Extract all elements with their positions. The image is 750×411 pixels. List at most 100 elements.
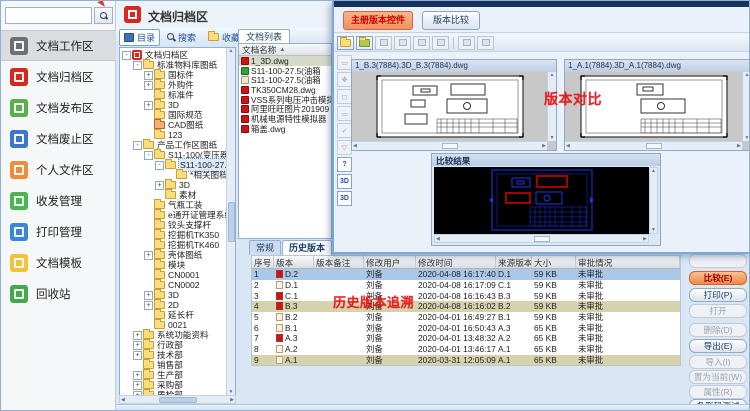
document-list-header[interactable]: 文档名称 ▲ xyxy=(239,44,331,56)
catalog-button[interactable]: 目录 xyxy=(119,29,160,46)
tree-node[interactable]: +3D xyxy=(120,290,235,300)
document-list-item[interactable]: 箱盖.dwg xyxy=(239,124,331,134)
tree-node[interactable]: +*相关图档 xyxy=(120,170,235,180)
preview-right-vscroll[interactable]: ▲▼ xyxy=(742,72,750,141)
table-row[interactable]: 9A.1刘备2020-03-31 12:05:09A.165 KB未审批 xyxy=(252,355,680,366)
preview-left-vscroll[interactable]: ▲▼ xyxy=(547,72,556,141)
preview-right-hscroll[interactable]: ◀▶ xyxy=(565,141,742,150)
sidebar-item-abolish[interactable]: 文档废止区 xyxy=(1,123,116,154)
sidebar-item-recycle[interactable]: 回收站 xyxy=(1,278,116,309)
modify-user: 刘备 xyxy=(364,322,416,333)
modify-time: 2020-03-31 12:05:09 xyxy=(416,355,496,366)
tree-node[interactable]: +标准件 xyxy=(120,90,235,100)
sidebar-item-workspace[interactable]: 文档工作区 xyxy=(1,30,116,61)
compare-result-hscroll[interactable]: ◀▶ xyxy=(434,234,649,243)
table-row[interactable]: 4B.3刘备2020-04-08 16:16:02B.259 KB未审批 xyxy=(252,301,680,312)
collapse-icon[interactable]: - xyxy=(133,61,142,70)
column-header[interactable]: 来源版本 xyxy=(496,256,532,268)
collapse-icon[interactable]: - xyxy=(155,161,164,170)
column-header[interactable]: 大小 xyxy=(532,256,576,268)
sidebar-item-publish[interactable]: 文档发布区 xyxy=(1,92,116,123)
tree-node[interactable]: +CN0001 xyxy=(120,270,235,280)
table-row[interactable]: 3C.1刘备2020-04-08 16:16:43B.359 KB未审批 xyxy=(252,290,680,301)
collapse-icon[interactable]: - xyxy=(122,51,131,60)
table-row[interactable]: 2D.1刘备2020-04-08 16:17:09C.159 KB未审批 xyxy=(252,280,680,291)
column-header[interactable]: 修改用户 xyxy=(364,256,416,268)
expand-icon[interactable]: + xyxy=(133,341,142,350)
tree-node[interactable]: +CAD图纸 xyxy=(120,120,235,130)
tree-node[interactable]: +模块 xyxy=(120,260,235,270)
row-no: 2 xyxy=(252,280,274,291)
toolbar-button-label: 目录 xyxy=(137,31,155,44)
expand-icon[interactable]: + xyxy=(144,301,153,310)
table-row[interactable]: 6B.1刘备2020-04-01 16:50:43A.365 KB未审批 xyxy=(252,322,680,333)
expand-icon[interactable]: + xyxy=(144,291,153,300)
file-red-icon xyxy=(241,125,249,133)
column-header[interactable]: 审批情况 xyxy=(576,256,680,268)
sidebar-item-personal[interactable]: 个人文件区 xyxy=(1,154,116,185)
table-row[interactable]: 7A.3刘备2020-04-01 13:48:32A.265 KB未审批 xyxy=(252,333,680,344)
archive-title-icon xyxy=(124,6,141,23)
folder-tree-panel: -文档归档区-标准物料库图纸+国标件+外购件+标准件+3D+国际规范+CAD图纸… xyxy=(119,47,236,396)
version-gray-icon xyxy=(276,313,283,321)
view-3d-icon[interactable]: 3D xyxy=(337,174,352,189)
search-icon xyxy=(167,33,175,41)
overlay-button-row: 主册版本控件 版本比较 xyxy=(334,7,750,33)
expand-icon[interactable]: + xyxy=(155,181,164,190)
folder-save-icon[interactable] xyxy=(356,36,373,50)
column-header[interactable]: 修改时间 xyxy=(416,256,496,268)
sidebar-item-print-manage[interactable]: 打印管理 xyxy=(1,216,116,247)
column-header[interactable]: 版本 xyxy=(274,256,314,268)
version-red-icon xyxy=(276,334,283,342)
expand-icon[interactable]: + xyxy=(144,81,153,90)
print-button[interactable]: 打印(P) xyxy=(689,288,747,302)
expand-icon[interactable]: + xyxy=(144,101,153,110)
sidebar-item-label: 文档发布区 xyxy=(36,100,94,116)
version-compare-button[interactable]: 版本比较 xyxy=(422,11,480,30)
tree-node[interactable]: +CN0002 xyxy=(120,280,235,290)
compare-result-vscroll[interactable]: ▲▼ xyxy=(649,167,658,234)
view-3d-alt-icon[interactable]: 3D xyxy=(337,191,352,206)
version-red-icon xyxy=(276,302,283,310)
tree-vertical-scrollbar[interactable]: ▲▼ xyxy=(226,48,235,395)
table-row[interactable]: 1D.2刘备2020-04-08 16:17:40D.159 KB未审批 xyxy=(252,269,680,280)
expand-icon[interactable]: + xyxy=(133,331,142,340)
tree-node[interactable]: +延长杆 xyxy=(120,310,235,320)
expand-icon[interactable]: + xyxy=(144,71,153,80)
table-row[interactable]: 5B.2刘备2020-04-01 16:49:27B.159 KB未审批 xyxy=(252,312,680,323)
search-input[interactable] xyxy=(5,7,92,24)
expand-icon[interactable]: + xyxy=(144,251,153,260)
expand-icon[interactable]: + xyxy=(133,371,142,380)
expand-icon[interactable]: + xyxy=(133,351,142,360)
tab-历史版本[interactable]: 历史版本 xyxy=(282,240,332,255)
sidebar-item-label: 收发管理 xyxy=(36,193,82,209)
pan-icon: ✥ xyxy=(337,72,352,87)
expand-icon[interactable]: + xyxy=(133,381,142,390)
preview-right-panel: 1_A.1(7884).3D_A.1(7884).dwg ▲▼ xyxy=(564,59,750,151)
search-button[interactable] xyxy=(94,7,113,24)
page-title: 文档归档区 xyxy=(148,8,208,25)
version: A.2 xyxy=(274,344,314,355)
tab-document-list[interactable]: 文档列表 xyxy=(238,29,290,44)
search-button[interactable]: 搜索 xyxy=(162,29,201,46)
collapse-icon[interactable]: - xyxy=(133,141,142,150)
collapse-icon[interactable]: - xyxy=(144,151,153,160)
export-button[interactable]: 导出(E) xyxy=(689,339,747,353)
main-version-control-button[interactable]: 主册版本控件 xyxy=(343,11,413,30)
folder-icon xyxy=(143,381,154,389)
folder-open-icon[interactable] xyxy=(337,36,354,50)
preview-left-hscroll[interactable]: ◀▶ xyxy=(352,141,547,150)
tab-常规[interactable]: 常规 xyxy=(249,240,281,255)
sidebar-item-template[interactable]: 文档模板 xyxy=(1,247,116,278)
sidebar-item-send-receive[interactable]: 收发管理 xyxy=(1,185,116,216)
table-row[interactable]: 8A.2刘备2020-04-01 13:46:17A.165 KB未审批 xyxy=(252,344,680,355)
column-header[interactable]: 序号 xyxy=(252,256,274,268)
help-icon[interactable]: ? xyxy=(337,157,352,172)
document-list-item[interactable]: S11-100-27.5(油箱 xyxy=(239,75,331,85)
tree-horizontal-scrollbar[interactable]: ◀▶ xyxy=(119,395,236,404)
column-header[interactable]: 版本备注 xyxy=(314,256,364,268)
source-version: A.1 xyxy=(496,344,532,355)
sidebar-item-archive[interactable]: 文档归档区 xyxy=(1,61,116,92)
version-note xyxy=(314,333,364,344)
compare-button[interactable]: 比较(E) xyxy=(689,271,747,285)
